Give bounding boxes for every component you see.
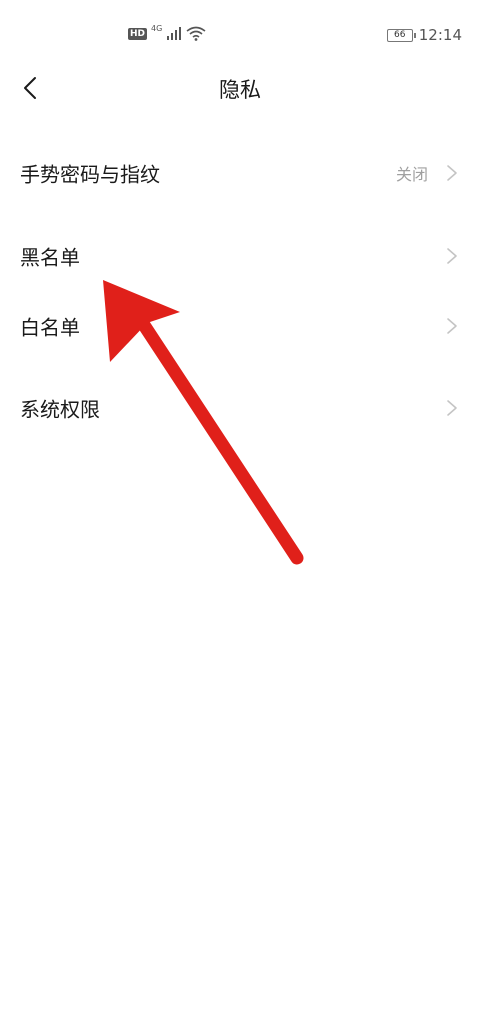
status-right: 66 12:14 [386, 26, 462, 44]
hd-icon: HD [128, 27, 148, 40]
chevron-right-icon [447, 400, 457, 416]
list-item-blacklist[interactable]: 黑名单 [0, 216, 480, 296]
list-item-gesture-password[interactable]: 手势密码与指纹 关闭 [0, 133, 480, 213]
app-header: 隐私 [0, 62, 480, 114]
chevron-right-icon [447, 165, 457, 181]
list-item-whitelist[interactable]: 白名单 [0, 286, 480, 366]
list-item-label: 系统权限 [20, 397, 100, 422]
clock: 12:14 [418, 26, 462, 44]
status-left: HD 4G [128, 24, 206, 41]
list-item-label: 手势密码与指纹 [20, 162, 160, 187]
chevron-right-icon [447, 318, 457, 334]
status-bar: HD 4G 66 12:14 [0, 0, 480, 70]
signal-icon [167, 27, 182, 40]
list-item-system-permissions[interactable]: 系统权限 [0, 368, 480, 448]
network-type-label: 4G [151, 24, 163, 33]
page-title: 隐私 [219, 78, 261, 102]
battery-icon: 66 [386, 28, 416, 42]
wifi-icon [186, 26, 206, 41]
list-item-label: 黑名单 [20, 245, 80, 270]
list-item-label: 白名单 [20, 315, 80, 340]
status-value: 关闭 [395, 165, 428, 184]
chevron-right-icon [447, 248, 457, 264]
